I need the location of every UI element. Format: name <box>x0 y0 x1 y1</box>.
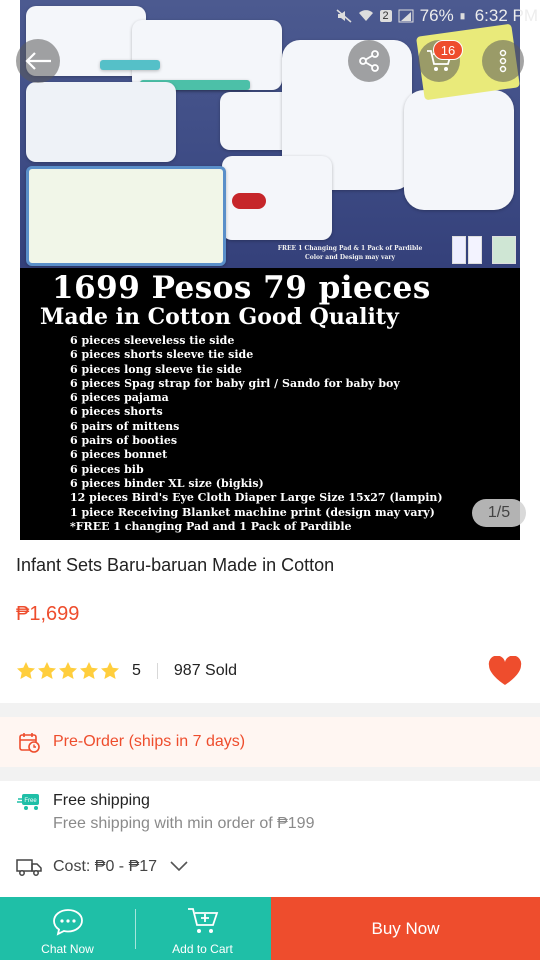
sold-count: 987 Sold <box>173 662 238 679</box>
promo-item: 6 pairs of booties <box>70 434 178 448</box>
wifi-icon <box>358 10 373 21</box>
star-icon <box>17 662 35 679</box>
add-to-cart-button[interactable]: Add to Cart <box>135 897 270 960</box>
share-icon <box>359 50 379 72</box>
promo-item: 12 pieces Bird's Eye Cloth Diaper Large … <box>70 491 443 505</box>
svg-text:Free: Free <box>24 798 37 804</box>
clock: 6:32 PM <box>474 6 538 25</box>
signal-icon <box>398 9 414 23</box>
product-gallery[interactable]: FREE 1 Changing Pad & 1 Pack of Pardible… <box>0 0 540 548</box>
promo-banner: 1699 Pesos 79 pieces Made in Cotton Good… <box>20 268 520 540</box>
divider <box>135 909 136 949</box>
more-options-button[interactable] <box>482 40 524 82</box>
photo-free-note: FREE 1 Changing Pad & 1 Pack of Pardible… <box>277 245 423 261</box>
section-divider <box>0 767 540 781</box>
promo-item: 6 pairs of mittens <box>70 419 180 433</box>
free-shipping-truck-icon: Free <box>17 794 39 810</box>
cart-add-icon <box>187 908 218 933</box>
promo-item: 6 pieces Spag strap for baby girl / Sand… <box>70 376 400 390</box>
promo-subtitle: Made in Cotton Good Quality <box>40 304 399 330</box>
battery-percent: 76% <box>419 6 454 25</box>
back-button[interactable] <box>16 39 60 83</box>
product-title: Infant Sets Baru-baruan Made in Cotton <box>16 555 335 575</box>
mute-icon <box>336 9 352 23</box>
preorder-banner: Pre-Order (ships in 7 days) <box>0 717 540 767</box>
pad-swatch <box>452 236 466 264</box>
promo-item: 6 pieces sleeveless tie side <box>70 334 235 347</box>
promo-item: 6 pieces binder XL size (bigkis) <box>70 476 264 490</box>
buy-now-button[interactable]: Buy Now <box>271 897 540 960</box>
promo-item: 6 pieces long sleeve tie side <box>70 362 242 376</box>
garment-shape <box>404 90 514 210</box>
promo-item: 6 pieces pajama <box>70 391 169 405</box>
garment-patch <box>232 193 266 209</box>
preorder-label: Pre-Order (ships in 7 days) <box>53 733 246 750</box>
free-shipping-title: Free shipping <box>53 792 150 809</box>
status-bar: 2 76% 6:32 PM <box>280 4 538 28</box>
chat-now-label: Chat Now <box>41 942 94 956</box>
rating-stars <box>16 661 120 681</box>
heart-icon[interactable] <box>488 656 522 686</box>
promo-title: 1699 Pesos 79 pieces <box>52 270 431 306</box>
chat-now-button[interactable]: Chat Now <box>0 897 135 960</box>
promo-item: 6 pieces bonnet <box>70 448 168 462</box>
rating-value: 5 <box>132 662 141 679</box>
divider <box>156 663 158 679</box>
product-price: ₱1,699 <box>16 603 80 625</box>
promo-item: 6 pieces shorts <box>70 405 163 419</box>
calendar-clock-icon <box>19 733 40 753</box>
gallery-page-indicator: 1/5 <box>472 499 526 527</box>
battery-icon <box>460 13 465 20</box>
receiving-blanket-shape <box>26 166 226 266</box>
promo-item-list: 6 pieces sleeveless tie side 6 pieces sh… <box>70 334 443 534</box>
arrow-left-icon <box>25 52 51 70</box>
delivery-truck-icon <box>16 859 42 876</box>
promo-item: 6 pieces bib <box>70 462 144 476</box>
chat-bubble-icon <box>52 909 83 936</box>
section-divider <box>0 703 540 717</box>
promo-item: *FREE 1 changing Pad and 1 Pack of Pardi… <box>70 519 352 533</box>
rating-row[interactable]: 5 987 Sold <box>16 658 237 684</box>
pad-swatch <box>468 236 482 264</box>
more-vertical-icon <box>499 49 507 73</box>
shipping-cost: Cost: ₱0 - ₱17 <box>53 858 158 875</box>
pad-swatch <box>492 236 516 264</box>
promo-item: 6 pieces shorts sleeve tie side <box>70 348 254 362</box>
secondary-actions: Chat Now Add to Cart <box>0 897 271 960</box>
free-shipping-subtitle: Free shipping with min order of ₱199 <box>53 815 315 832</box>
add-to-cart-label: Add to Cart <box>172 942 233 956</box>
share-button[interactable] <box>348 40 390 82</box>
chevron-down-icon[interactable] <box>170 859 188 873</box>
garment-shape <box>26 82 176 162</box>
shipping-section[interactable]: Free Free shipping Free shipping with mi… <box>0 781 540 897</box>
star-icon <box>38 662 56 679</box>
promo-item: 1 piece Receiving Blanket machine print … <box>70 505 435 519</box>
cart-count-badge: 16 <box>433 40 463 60</box>
star-icon <box>101 662 119 679</box>
star-icon <box>59 662 77 679</box>
bottom-action-bar: Chat Now Add to Cart Buy Now <box>0 897 540 960</box>
star-icon <box>80 662 98 679</box>
garment-trim <box>100 60 160 70</box>
sim-badge: 2 <box>379 10 392 22</box>
